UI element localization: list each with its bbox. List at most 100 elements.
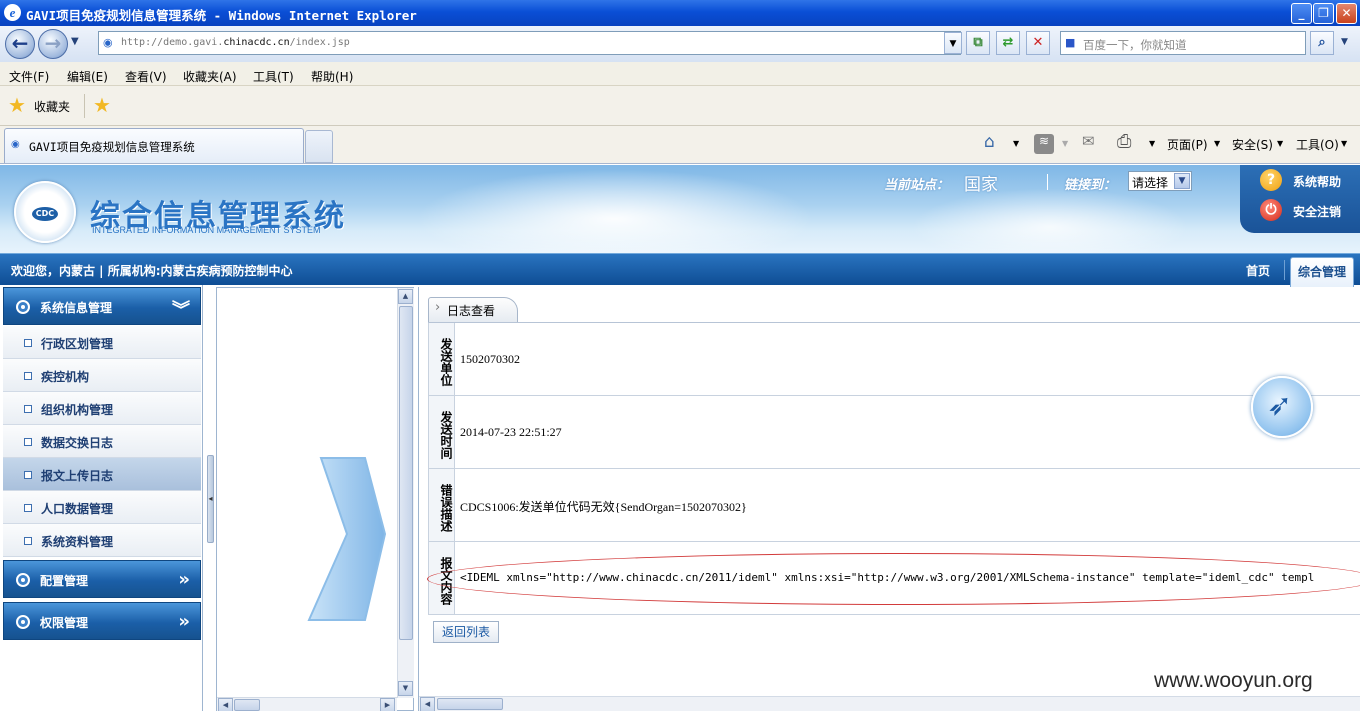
sidebar-item-data-exchange-log[interactable]: 数据交换日志 (3, 425, 201, 458)
page-icon: ◉ (103, 36, 113, 49)
url-input[interactable]: http://demo.gavi.chinacdc.cn/index.jsp (98, 31, 961, 55)
maximize-button[interactable]: ❐ (1313, 3, 1334, 24)
back-icon[interactable]: ← (5, 29, 35, 59)
sidebar-group-system-info[interactable]: 系统信息管理 ︾ (3, 287, 201, 325)
table-row: 错误描述 CDCS1006:发送单位代码无效{SendOrgan=1502070… (428, 469, 1360, 542)
window-title-bar[interactable]: e GAVI项目免疫规划信息管理系统 - Windows Internet Ex… (0, 0, 1360, 26)
select-arrow-icon: ▼ (1174, 173, 1190, 189)
cloud-decoration (900, 185, 1200, 255)
current-site-label: 当前站点： (884, 178, 950, 193)
logout-link[interactable]: 安全注销 (1293, 203, 1341, 220)
content-horizontal-scrollbar[interactable]: ◀ (419, 696, 1360, 711)
compat-view-icon[interactable]: ⧉ (966, 31, 990, 55)
middle-horizontal-scrollbar[interactable]: ◀ ▶ (217, 697, 397, 711)
search-options-icon[interactable]: ▼ (1341, 37, 1348, 47)
middle-vertical-scrollbar[interactable]: ▲ ▼ (397, 288, 414, 698)
scroll-thumb[interactable] (399, 306, 413, 640)
safety-menu[interactable]: 安全(S) (1232, 136, 1273, 153)
stop-icon[interactable]: ✕ (1026, 31, 1050, 55)
bird-floating-icon[interactable]: ➶ (1251, 376, 1313, 438)
top-nav-bar: 欢迎您，内蒙古 | 所属机构:内蒙古疾病预防控制中心 首页 综合管理 (0, 253, 1360, 287)
browser-tab[interactable]: GAVI项目免疫规划信息管理系统 (4, 128, 304, 163)
content-panel: 日志查看 发送单位 1502070302 发送时间 2014-07-23 22:… (418, 287, 1360, 711)
favorites-bar: ★ 收藏夹 ★ (0, 86, 1360, 126)
page-dropdown-icon: ▼ (1214, 139, 1221, 148)
mail-icon[interactable]: ✉ (1082, 132, 1095, 150)
menu-view[interactable]: 查看(V) (125, 68, 167, 85)
rss-icon[interactable]: ≋ (1034, 134, 1054, 154)
menu-edit[interactable]: 编辑(E) (67, 68, 108, 85)
tab-comprehensive-management[interactable]: 综合管理 (1290, 257, 1354, 287)
minimize-button[interactable]: _ (1291, 3, 1312, 24)
safety-dropdown-icon: ▼ (1277, 139, 1284, 148)
menu-file[interactable]: 文件(F) (9, 68, 49, 85)
ie-logo-icon: e (4, 4, 21, 21)
page-header: CDC 综合信息管理系统 INTEGRATED INFORMATION MANA… (0, 165, 1360, 255)
baidu-icon: ■ (1065, 36, 1076, 49)
table-row: 发送单位 1502070302 (428, 323, 1360, 396)
header-divider (1047, 174, 1048, 190)
watermark: www.wooyun.org (1154, 669, 1313, 692)
add-favorite-icon[interactable]: ★ (93, 93, 111, 117)
field-value: 2014-07-23 22:51:27 (460, 425, 562, 439)
bullet-icon (24, 372, 32, 380)
bullet-icon (24, 471, 32, 479)
radio-icon (16, 300, 30, 314)
scroll-thumb[interactable] (437, 698, 503, 710)
power-icon[interactable]: ⏻ (1260, 199, 1282, 221)
sidebar-group-config[interactable]: 配置管理 » (3, 560, 201, 598)
help-icon[interactable]: ? (1260, 169, 1282, 191)
tab-log-view[interactable]: 日志查看 (428, 297, 518, 322)
scroll-left-icon[interactable]: ◀ (420, 697, 435, 711)
sidebar-item-admin-division[interactable]: 行政区划管理 (3, 326, 201, 359)
cloud-decoration (400, 165, 830, 255)
scroll-down-icon[interactable]: ▼ (398, 681, 413, 696)
link-to-label: 链接到： (1064, 178, 1117, 193)
bird-icon: ➶ (1267, 388, 1293, 423)
home-dropdown-icon[interactable]: ▼ (1013, 139, 1019, 148)
print-icon[interactable]: ⎙ (1117, 131, 1131, 152)
menu-tools[interactable]: 工具(T) (253, 68, 294, 85)
print-dropdown-icon[interactable]: ▼ (1149, 139, 1155, 148)
scroll-thumb[interactable] (234, 699, 260, 711)
scroll-left-icon[interactable]: ◀ (218, 698, 233, 711)
sidebar-group-permissions[interactable]: 权限管理 » (3, 602, 201, 640)
menu-help[interactable]: 帮助(H) (311, 68, 353, 85)
bullet-icon (24, 504, 32, 512)
sidebar-item-upload-log[interactable]: 报文上传日志 (3, 458, 201, 491)
favorites-star-icon[interactable]: ★ (8, 93, 26, 117)
bullet-icon (24, 537, 32, 545)
cdc-logo: CDC (14, 181, 76, 243)
link-to-select[interactable]: 请选择 ▼ (1128, 171, 1192, 191)
search-input[interactable]: 百度一下，你就知道 (1060, 31, 1306, 55)
home-icon[interactable]: ⌂ (984, 132, 995, 152)
sidebar-item-system-docs[interactable]: 系统资料管理 (3, 524, 201, 557)
collapse-chevron-icon: ︾ (172, 300, 190, 321)
page-menu[interactable]: 页面(P) (1167, 136, 1208, 153)
tab-page-icon: ◉ (11, 139, 20, 150)
refresh-icon[interactable]: ⇄ (996, 31, 1020, 55)
favorites-label[interactable]: 收藏夹 (34, 98, 70, 115)
search-icon[interactable]: ⌕ (1310, 31, 1334, 55)
new-tab-button[interactable] (305, 130, 333, 163)
sidebar-item-cdc-org[interactable]: 疾控机构 (3, 359, 201, 392)
middle-frame: ▲ ▼ ◀ ▶ (216, 287, 414, 711)
scroll-up-icon[interactable]: ▲ (398, 289, 413, 304)
forward-icon[interactable]: → (38, 29, 68, 59)
url-dropdown-icon[interactable]: ▼ (944, 32, 962, 54)
tools-menu[interactable]: 工具(O) (1296, 136, 1339, 153)
sidebar-item-org-management[interactable]: 组织机构管理 (3, 392, 201, 425)
scroll-right-icon[interactable]: ▶ (380, 698, 395, 711)
field-value: 1502070302 (460, 352, 520, 366)
history-dropdown-icon[interactable]: ▼ (71, 36, 79, 47)
menu-favorites[interactable]: 收藏夹(A) (183, 68, 237, 85)
help-link[interactable]: 系统帮助 (1293, 173, 1341, 190)
back-to-list-button[interactable]: 返回列表 (433, 621, 499, 643)
sidebar-collapse-handle[interactable]: ◂ (207, 455, 214, 543)
field-label: 发送单位 (428, 323, 455, 395)
sidebar-item-population-data[interactable]: 人口数据管理 (3, 491, 201, 524)
rss-dropdown-icon[interactable]: ▼ (1062, 139, 1068, 148)
close-button[interactable]: ✕ (1336, 3, 1357, 24)
header-actions: ? 系统帮助 ⏻ 安全注销 (1240, 165, 1360, 233)
home-link[interactable]: 首页 (1246, 262, 1270, 279)
